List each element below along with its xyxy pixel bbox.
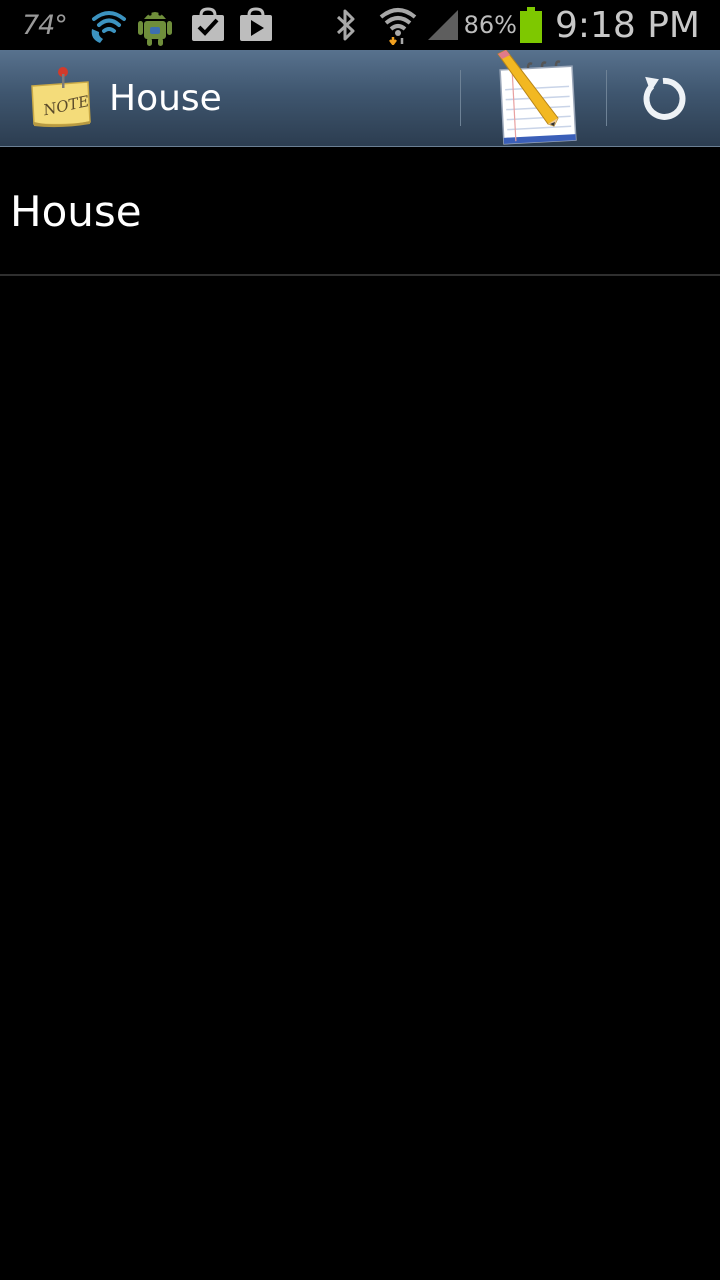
notes-list: House bbox=[0, 147, 720, 276]
temperature-text: 74° bbox=[22, 9, 68, 41]
note-icon[interactable]: NOTE bbox=[30, 66, 92, 130]
action-divider bbox=[606, 70, 607, 126]
wifi-calling-icon bbox=[88, 5, 130, 45]
bluetooth-icon bbox=[334, 8, 358, 42]
notepad-pencil-icon bbox=[484, 49, 580, 146]
clock-text: 9:18 PM bbox=[554, 4, 700, 46]
battery-icon bbox=[519, 6, 543, 44]
wifi-download-icon bbox=[378, 5, 418, 47]
task-check-icon bbox=[190, 7, 226, 43]
battery-percent-text: 86% bbox=[463, 11, 517, 39]
action-divider bbox=[460, 70, 461, 126]
android-robot-icon bbox=[136, 3, 174, 47]
edit-note-button[interactable] bbox=[470, 49, 594, 146]
refresh-button[interactable] bbox=[616, 50, 720, 146]
status-bar: 74° 86% 9:18 PM bbox=[0, 0, 720, 50]
play-store-icon bbox=[238, 7, 274, 43]
cell-signal-icon bbox=[426, 8, 460, 42]
page-title: House bbox=[109, 78, 222, 119]
list-item-label: House bbox=[10, 187, 142, 236]
action-bar: NOTE House bbox=[0, 49, 720, 147]
list-item[interactable]: House bbox=[0, 147, 720, 276]
refresh-icon bbox=[638, 74, 688, 124]
